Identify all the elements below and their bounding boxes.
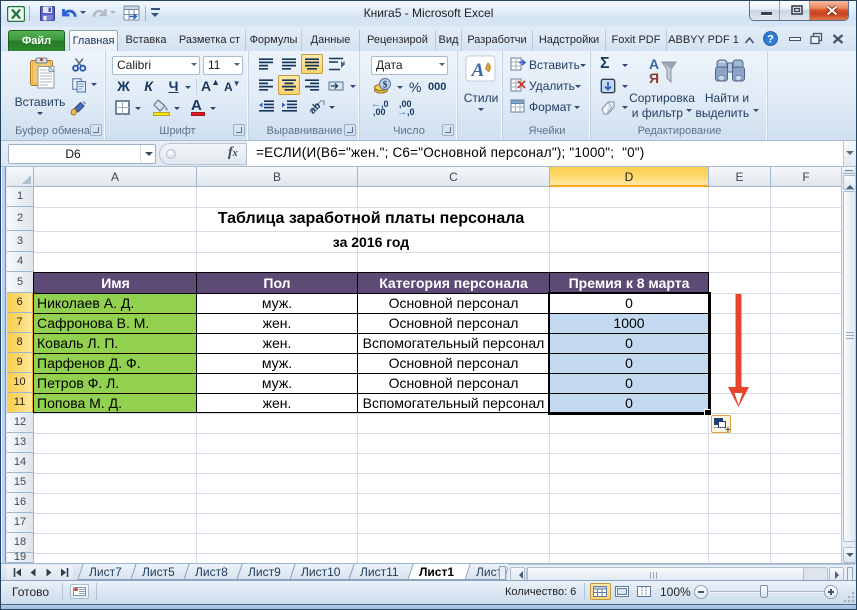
svg-text:$: $ bbox=[383, 80, 388, 90]
svg-text:A: A bbox=[471, 60, 485, 81]
svg-text:?: ? bbox=[767, 34, 774, 46]
svg-text:ab: ab bbox=[307, 100, 323, 116]
svg-text:Я: Я bbox=[649, 70, 659, 86]
